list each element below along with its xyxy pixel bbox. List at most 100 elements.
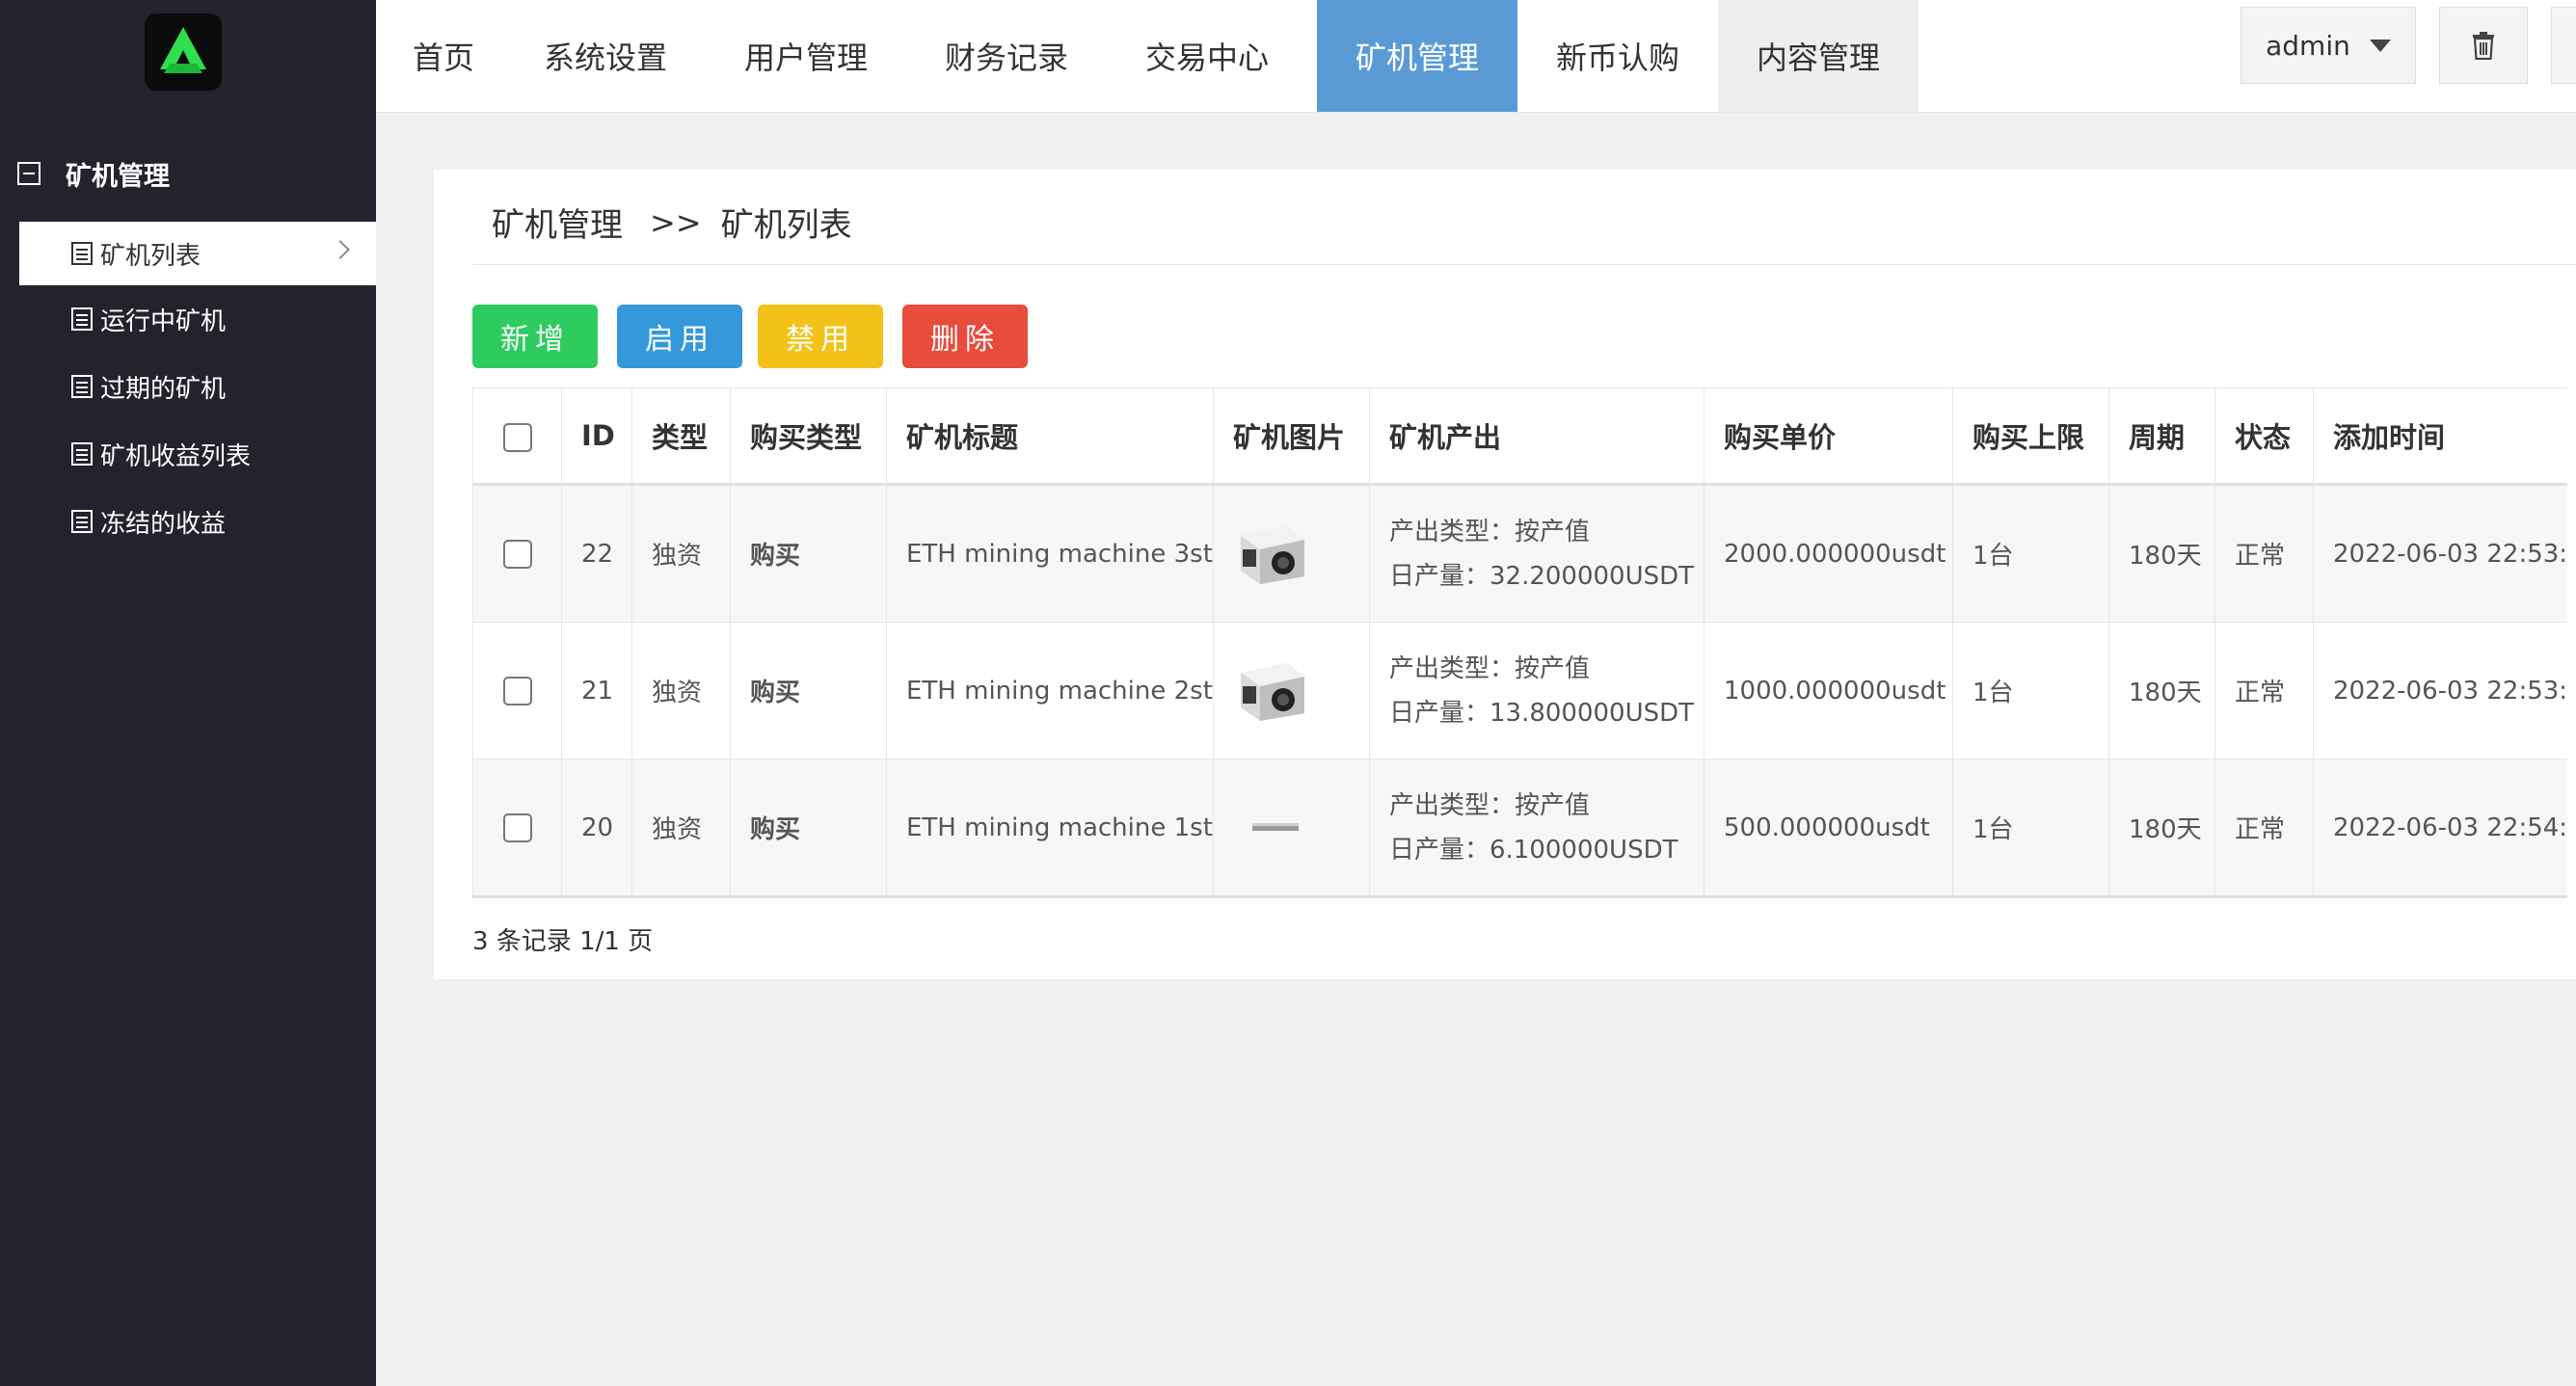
cell-period: 180天 — [2108, 622, 2215, 760]
column-header[interactable]: 状态 — [2214, 387, 2314, 486]
select-all-checkbox[interactable] — [502, 423, 532, 452]
column-header[interactable]: 购买类型 — [730, 387, 887, 486]
table-row: 22 独资 购买 ETH mining machine 3st 产出类型：按产值… — [472, 484, 2568, 623]
cell-status: 正常 — [2214, 484, 2314, 623]
sidebar-item-frozen-earnings[interactable]: 冻结的收益 — [19, 490, 376, 553]
sidebar-section-title: 矿机管理 — [66, 161, 170, 192]
tab-trading-center[interactable]: 交易中心 — [1130, 0, 1284, 112]
cell-added-time: 2022-06-03 22:54: — [2313, 759, 2568, 898]
miner-image[interactable] — [1233, 520, 1312, 588]
cell-type: 独资 — [631, 622, 731, 760]
sidebar: 矿机管理 矿机列表 运行中矿机 过期的矿机 矿机收益列表 冻结的收益 — [0, 0, 376, 1386]
cell-output: 产出类型：按产值 日产量：6.100000USDT — [1369, 759, 1704, 898]
cell-output: 产出类型：按产值 日产量：13.800000USDT — [1369, 622, 1704, 760]
breadcrumb-separator: >> — [650, 203, 702, 241]
tab-home[interactable]: 首页 — [376, 0, 511, 112]
cell-added-time: 2022-06-03 22:53: — [2313, 622, 2568, 760]
row-select-cell — [472, 622, 562, 760]
cell-title: ETH mining machine 1st — [886, 759, 1214, 898]
row-select-cell — [472, 484, 562, 623]
caret-down-icon — [2369, 39, 2391, 52]
sidebar-item-label: 过期的矿机 — [100, 374, 227, 404]
cell-price: 500.000000usdt — [1704, 759, 1953, 898]
row-checkbox[interactable] — [502, 676, 532, 706]
cell-type: 独资 — [631, 759, 731, 898]
divider — [472, 264, 2576, 265]
cell-limit: 1台 — [1952, 759, 2109, 898]
chevron-right-icon — [331, 240, 350, 259]
column-header[interactable]: 矿机图片 — [1213, 387, 1370, 486]
cell-title: ETH mining machine 3st — [886, 484, 1214, 623]
table-header-row: ID 类型 购买类型 矿机标题 矿机图片 矿机产出 购买单价 购买上限 周期 状… — [472, 387, 2568, 486]
content-panel: 矿机管理 >> 矿机列表 新增 启用 禁用 删除 ID 类型 购买类型 矿机标题… — [434, 170, 2576, 979]
cell-type: 独资 — [631, 484, 731, 623]
username: admin — [2266, 29, 2350, 62]
app-logo[interactable] — [145, 13, 222, 91]
cell-output: 产出类型：按产值 日产量：32.200000USDT — [1369, 484, 1704, 623]
sidebar-item-label: 冻结的收益 — [100, 509, 227, 539]
column-header[interactable]: 购买单价 — [1704, 387, 1953, 486]
enable-button[interactable]: 启用 — [617, 305, 742, 368]
column-header[interactable]: 添加时间 — [2313, 387, 2568, 486]
daily-output: 日产量：32.200000USDT — [1389, 561, 1695, 591]
table-row: 21 独资 购买 ETH mining machine 2st 产出类型：按产值… — [472, 622, 2568, 760]
cell-limit: 1台 — [1952, 484, 2109, 623]
cell-status: 正常 — [2214, 759, 2314, 898]
column-header[interactable]: 矿机产出 — [1369, 387, 1704, 486]
tab-system-settings[interactable]: 系统设置 — [528, 0, 683, 112]
add-button[interactable]: 新增 — [472, 305, 598, 368]
miner-table: ID 类型 购买类型 矿机标题 矿机图片 矿机产出 购买单价 购买上限 周期 状… — [472, 387, 2568, 898]
trash-button[interactable] — [2439, 7, 2528, 84]
sidebar-item-label: 矿机列表 — [100, 241, 201, 271]
document-icon — [71, 242, 93, 265]
cell-status: 正常 — [2214, 622, 2314, 760]
cell-price: 1000.000000usdt — [1704, 622, 1953, 760]
column-header[interactable]: ID — [561, 387, 632, 486]
table-row: 20 独资 购买 ETH mining machine 1st 产出类型：按产值… — [472, 759, 2568, 898]
cell-image — [1213, 759, 1370, 898]
collapse-icon — [17, 162, 40, 185]
daily-output: 日产量：6.100000USDT — [1389, 835, 1678, 865]
daily-output: 日产量：13.800000USDT — [1389, 698, 1695, 728]
cell-added-time: 2022-06-03 22:53: — [2313, 484, 2568, 623]
breadcrumb: 矿机管理 >> 矿机列表 — [492, 199, 852, 246]
cell-price: 2000.000000usdt — [1704, 484, 1953, 623]
column-header[interactable]: 购买上限 — [1952, 387, 2109, 486]
column-header[interactable]: 矿机标题 — [886, 387, 1214, 486]
cell-buy-type: 购买 — [730, 484, 887, 623]
tab-finance-records[interactable]: 财务记录 — [929, 0, 1084, 112]
row-checkbox[interactable] — [502, 539, 532, 569]
logo-icon — [160, 27, 206, 73]
document-icon — [71, 375, 93, 398]
document-icon — [71, 510, 93, 533]
fullscreen-button[interactable] — [2551, 7, 2576, 84]
sidebar-item-label: 矿机收益列表 — [100, 441, 252, 471]
sidebar-item-miner-list[interactable]: 矿机列表 — [19, 222, 376, 285]
select-all-cell — [472, 387, 562, 486]
cell-id: 20 — [561, 759, 632, 898]
sidebar-item-miner-earnings[interactable]: 矿机收益列表 — [19, 422, 376, 486]
miner-image[interactable] — [1233, 794, 1312, 862]
sidebar-section-header[interactable]: 矿机管理 — [17, 154, 170, 193]
cell-image — [1213, 484, 1370, 623]
sidebar-item-running-miners[interactable]: 运行中矿机 — [19, 287, 376, 351]
tab-miner-management[interactable]: 矿机管理 — [1317, 0, 1517, 112]
miner-image[interactable] — [1233, 657, 1312, 725]
column-header[interactable]: 周期 — [2108, 387, 2215, 486]
cell-id: 21 — [561, 622, 632, 760]
cell-buy-type: 购买 — [730, 622, 887, 760]
tab-content-management[interactable]: 内容管理 — [1718, 0, 1919, 112]
row-checkbox[interactable] — [502, 813, 532, 842]
tab-user-management[interactable]: 用户管理 — [729, 0, 883, 112]
document-icon — [71, 442, 93, 466]
sidebar-item-expired-miners[interactable]: 过期的矿机 — [19, 355, 376, 418]
delete-button[interactable]: 删除 — [902, 305, 1028, 368]
cell-image — [1213, 622, 1370, 760]
breadcrumb-parent[interactable]: 矿机管理 — [492, 199, 623, 246]
tab-new-coin-subscription[interactable]: 新币认购 — [1517, 0, 1718, 112]
user-dropdown[interactable]: admin — [2241, 7, 2416, 84]
column-header[interactable]: 类型 — [631, 387, 731, 486]
disable-button[interactable]: 禁用 — [758, 305, 883, 368]
row-select-cell — [472, 759, 562, 898]
cell-limit: 1台 — [1952, 622, 2109, 760]
